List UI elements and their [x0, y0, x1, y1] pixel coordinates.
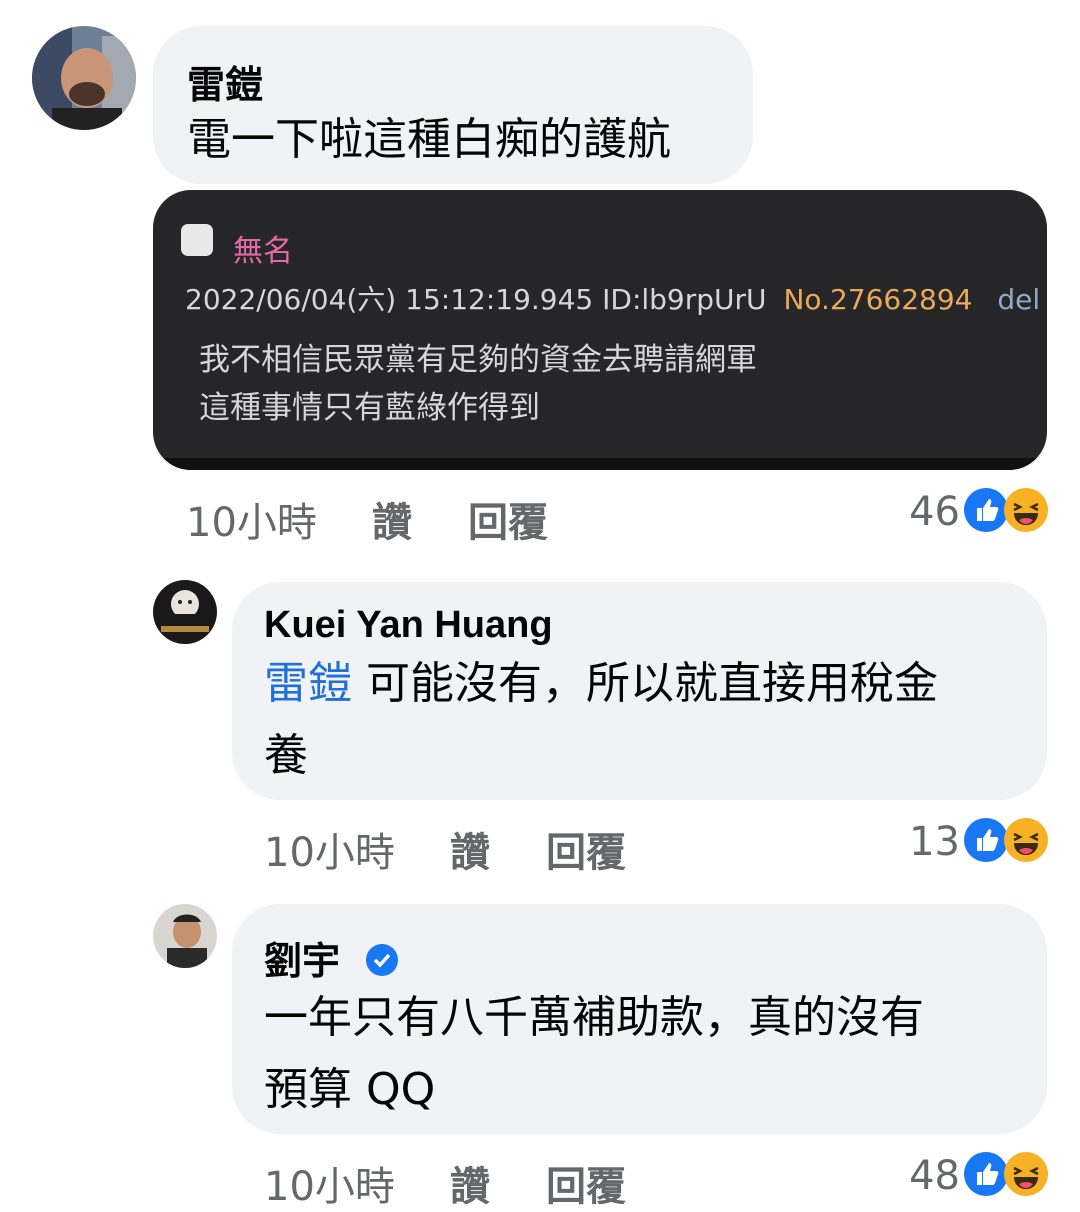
poster-name: 無名 — [233, 234, 293, 269]
reaction-count: 13 — [909, 819, 960, 865]
comment-time[interactable]: 10小時 — [186, 490, 317, 548]
reaction-count: 48 — [909, 1153, 960, 1199]
checkbox-icon — [181, 224, 213, 256]
like-icon — [964, 488, 1008, 532]
comment-bubble-1: 雷鎧 電一下啦這種白痴的護航 — [153, 26, 753, 184]
avatar-liu-yu[interactable] — [153, 904, 217, 968]
comment-author[interactable]: 雷鎧 — [187, 54, 263, 109]
comment-author[interactable]: Kuei Yan Huang — [264, 604, 553, 647]
comment-author[interactable]: 劉宇 — [264, 939, 340, 983]
reaction-summary[interactable]: 46 — [860, 488, 1050, 536]
comment-text: 電一下啦這種白痴的護航 — [187, 114, 671, 165]
post-line: 我不相信民眾黨有足夠的資金去聘請網軍 — [199, 342, 757, 378]
verified-badge-icon — [365, 942, 399, 986]
haha-icon — [1004, 818, 1048, 862]
reaction-summary[interactable]: 13 — [860, 818, 1050, 866]
embed-rim — [153, 458, 1047, 470]
comment-actions: 10小時 讚 回覆 — [264, 1154, 664, 1210]
post-del: del — [997, 283, 1041, 316]
post-line: 這種事情只有藍綠作得到 — [199, 390, 540, 426]
post-meta: 2022/06/04(六) 15:12:19.945 ID:lb9rpUrU N… — [185, 278, 1040, 318]
comment-time[interactable]: 10小時 — [264, 820, 395, 878]
reply-button[interactable]: 回覆 — [546, 1154, 626, 1212]
like-icon — [964, 818, 1008, 862]
comment-text-line: 養 — [264, 730, 308, 781]
comment-text-line: 可能沒有，所以就直接用稅金 — [352, 658, 938, 709]
comment-text: 雷鎧 可能沒有，所以就直接用稅金 養 — [264, 648, 1024, 792]
reply-button[interactable]: 回覆 — [546, 820, 626, 878]
comment-time[interactable]: 10小時 — [264, 1154, 395, 1212]
post-body: 我不相信民眾黨有足夠的資金去聘請網軍 這種事情只有藍綠作得到 — [199, 336, 757, 432]
comment-actions: 10小時 讚 回覆 — [186, 490, 586, 546]
like-button[interactable]: 讚 — [450, 1154, 490, 1212]
like-button[interactable]: 讚 — [372, 490, 412, 548]
reply-button[interactable]: 回覆 — [468, 490, 548, 548]
embedded-screenshot[interactable]: 無名 2022/06/04(六) 15:12:19.945 ID:lb9rpUr… — [153, 190, 1047, 470]
comment-text: 一年只有八千萬補助款，真的沒有 預算 QQ — [264, 982, 1024, 1126]
reaction-summary[interactable]: 48 — [860, 1152, 1050, 1200]
like-button[interactable]: 讚 — [450, 820, 490, 878]
post-datetime: 2022/06/04(六) 15:12:19.945 ID:lb9rpUrU — [185, 283, 767, 316]
comment-bubble-2: Kuei Yan Huang 雷鎧 可能沒有，所以就直接用稅金 養 — [232, 582, 1047, 800]
haha-icon — [1004, 488, 1048, 532]
avatar-kuei-yan-huang[interactable] — [153, 580, 217, 644]
comment-actions: 10小時 讚 回覆 — [264, 820, 664, 876]
comment-text-line: 一年只有八千萬補助款，真的沒有 — [264, 992, 924, 1043]
mention-link[interactable]: 雷鎧 — [264, 658, 352, 709]
haha-icon — [1004, 1152, 1048, 1196]
like-icon — [964, 1152, 1008, 1196]
comment-bubble-3: 劉宇 一年只有八千萬補助款，真的沒有 預算 QQ — [232, 904, 1047, 1134]
comment-author-row: 劉宇 — [264, 930, 399, 986]
reaction-count: 46 — [909, 489, 960, 535]
avatar-lei-kai[interactable] — [32, 26, 136, 130]
comment-text-line: 預算 QQ — [264, 1064, 436, 1115]
post-number: No.27662894 — [783, 283, 973, 316]
